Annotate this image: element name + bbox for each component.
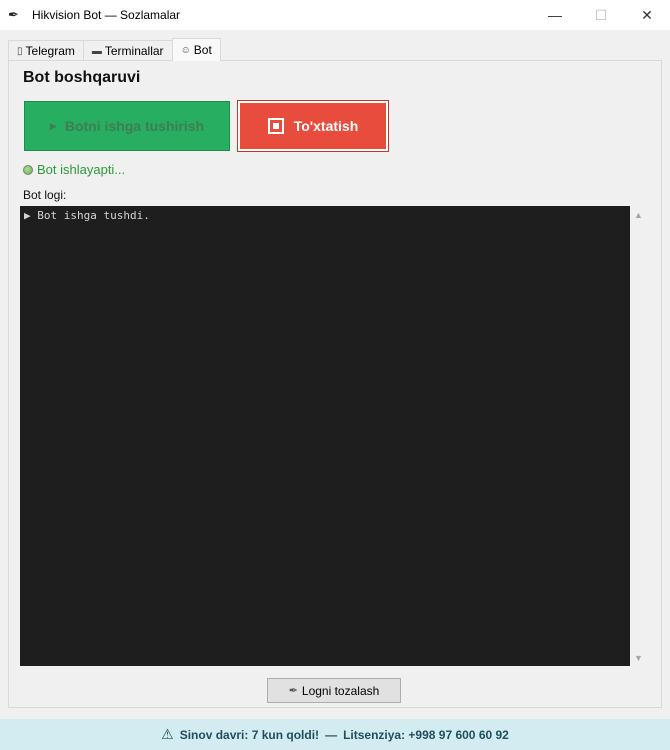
status-text: Bot ishlayapti... [37, 162, 126, 177]
tab-bar: ▯ Telegram ▬ Terminallar ☺ Bot [8, 38, 221, 61]
license-text: Litsenziya: +998 97 600 60 92 [343, 727, 509, 742]
tab-bot[interactable]: ☺ Bot [171, 38, 221, 61]
bot-status: Bot ishlayapti... [23, 162, 125, 177]
start-bot-label: Botni ishga tushirish [64, 118, 205, 134]
feather-icon: ✒ [8, 7, 19, 22]
section-title: Bot boshqaruvi [23, 69, 141, 86]
clear-log-button[interactable]: ✒ Logni tozalash [267, 678, 401, 703]
tab-telegram[interactable]: ▯ Telegram [8, 40, 84, 61]
minimize-button[interactable]: — [532, 0, 578, 30]
warning-icon: ⚠ [161, 726, 174, 742]
phone-icon: ▯ [17, 45, 23, 57]
bot-icon: ☺ [180, 44, 191, 56]
tab-label: Telegram [25, 44, 75, 58]
status-indicator-icon [23, 164, 33, 175]
log-textarea[interactable]: ▶ Bot ishga tushdi. [20, 206, 630, 666]
log-label: Bot logi: [23, 188, 67, 202]
title-bar: ✒ Hikvision Bot — Sozlamalar — ☐ ✕ [0, 0, 670, 30]
stop-icon [267, 118, 284, 134]
tab-terminallar[interactable]: ▬ Terminallar [82, 40, 173, 61]
play-icon: ▶ [49, 120, 57, 131]
trial-text: Sinov davri: 7 kun qoldi! [179, 727, 320, 742]
log-scrollbar[interactable]: ▲ ▼ [630, 206, 647, 666]
footer-separator: — [325, 727, 338, 742]
license-footer: ⚠ Sinov davri: 7 kun qoldi! — Litsenziya… [0, 719, 670, 750]
monitor-icon: ▬ [91, 45, 102, 57]
start-bot-button[interactable]: ▶ Botni ishga tushirish [24, 101, 230, 151]
stop-bot-label: To'xtatish [293, 118, 359, 134]
maximize-button[interactable]: ☐ [578, 0, 624, 30]
stop-bot-button[interactable]: To'xtatish [237, 100, 389, 152]
close-button[interactable]: ✕ [624, 0, 670, 30]
bot-panel: Bot boshqaruvi ▶ Botni ishga tushirish T… [8, 60, 662, 708]
broom-icon: ✒ [288, 685, 298, 697]
window-title: Hikvision Bot — Sozlamalar [32, 8, 181, 22]
scroll-up-icon[interactable]: ▲ [630, 206, 647, 223]
scroll-down-icon[interactable]: ▼ [630, 649, 647, 666]
tab-label: Bot [193, 43, 212, 57]
tab-label: Terminallar [104, 44, 164, 58]
clear-log-label: Logni tozalash [301, 683, 380, 698]
log-line: ▶ Bot ishga tushdi. [24, 209, 150, 222]
